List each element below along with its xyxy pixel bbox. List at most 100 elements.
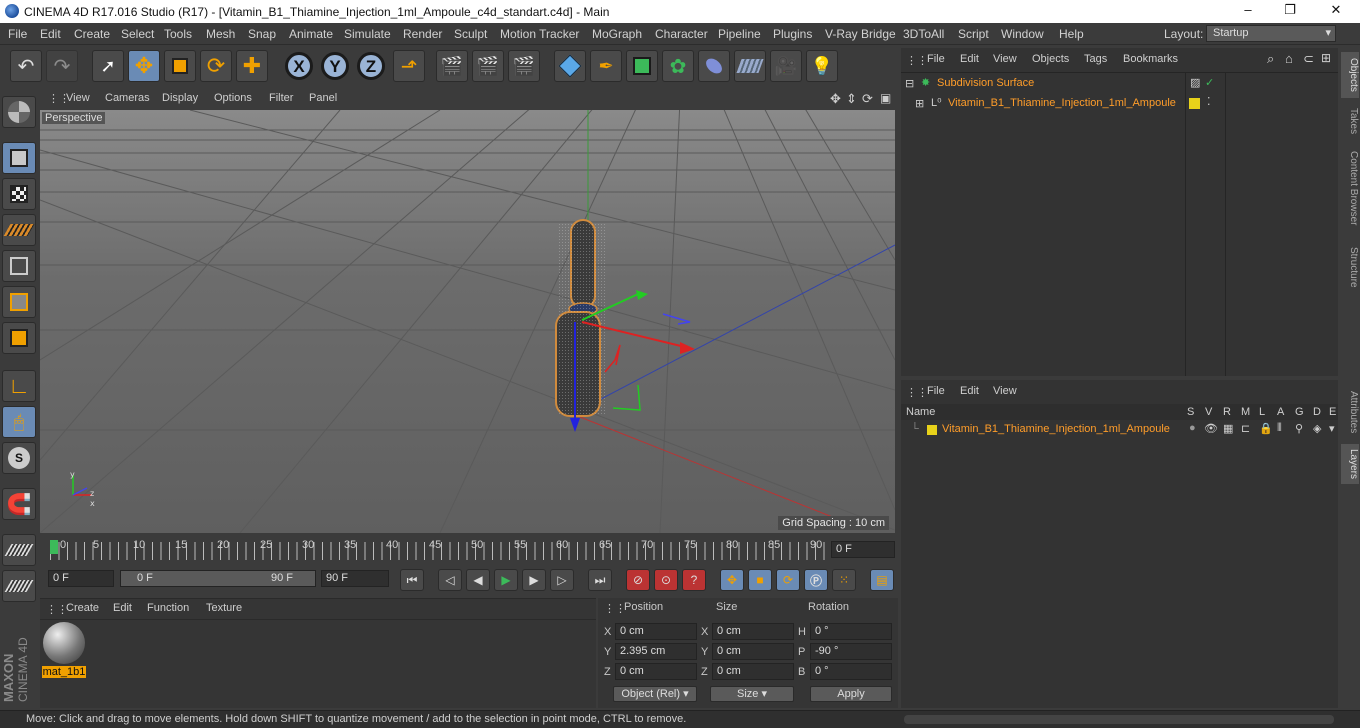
- object-row[interactable]: ⊟ ✸ Subdivision Surface ▨ ✓: [901, 74, 1338, 93]
- rotation-h-field[interactable]: 0 °: [810, 623, 892, 640]
- edges-mode-button[interactable]: [2, 286, 36, 318]
- position-x-field[interactable]: 0 cm: [615, 623, 697, 640]
- coordinate-system-button[interactable]: ⬏: [393, 50, 425, 82]
- col-v[interactable]: V: [1205, 406, 1212, 418]
- viewport-zoom-icon[interactable]: ⇕: [846, 91, 857, 107]
- material-menu-texture[interactable]: Texture: [206, 602, 242, 614]
- layer-color-swatch[interactable]: [1189, 98, 1200, 109]
- maximize-button[interactable]: ❐: [1276, 2, 1304, 20]
- close-button[interactable]: ✕: [1322, 2, 1350, 20]
- objects-menu-objects[interactable]: Objects: [1032, 53, 1069, 65]
- position-y-field[interactable]: 2.395 cm: [615, 643, 697, 660]
- previous-key-button[interactable]: ◁: [438, 569, 462, 591]
- menu-help[interactable]: Help: [1059, 27, 1084, 41]
- generator-icon[interactable]: ⚲: [1295, 422, 1303, 435]
- menu-mograph[interactable]: MoGraph: [592, 27, 642, 41]
- deformer-icon[interactable]: ◈: [1313, 422, 1321, 435]
- next-frame-button[interactable]: ▶: [522, 569, 546, 591]
- menu-window[interactable]: Window: [1001, 27, 1044, 41]
- render-view-button[interactable]: 🎬: [436, 50, 468, 82]
- solo-dot-icon[interactable]: ●: [1189, 422, 1196, 434]
- tab-layers[interactable]: Layers: [1341, 444, 1359, 484]
- menu-file[interactable]: File: [8, 27, 27, 41]
- layers-menu-edit[interactable]: Edit: [960, 385, 979, 397]
- play-button[interactable]: ▶: [494, 569, 518, 591]
- render-icon[interactable]: ▦: [1223, 422, 1233, 435]
- link-icon[interactable]: ⊂: [1303, 51, 1314, 67]
- col-s[interactable]: S: [1187, 406, 1194, 418]
- viewport-menu-view[interactable]: View: [66, 92, 90, 104]
- col-l[interactable]: L: [1259, 406, 1265, 418]
- axis-mode-button[interactable]: ∟: [2, 370, 36, 402]
- menu-plugins[interactable]: Plugins: [773, 27, 812, 41]
- menu-pipeline[interactable]: Pipeline: [718, 27, 761, 41]
- go-to-start-button[interactable]: ⏮: [400, 569, 424, 591]
- solo-mode-button[interactable]: S: [2, 442, 36, 474]
- object-row[interactable]: ⊞ L⁰ Vitamin_B1_Thiamine_Injection_1ml_A…: [901, 94, 1338, 113]
- render-settings-button[interactable]: 🎬: [508, 50, 540, 82]
- visibility-dots-icon[interactable]: ⁚: [1207, 95, 1211, 108]
- deformer-button[interactable]: [698, 50, 730, 82]
- objects-menu-edit[interactable]: Edit: [960, 53, 979, 65]
- layout-select[interactable]: Startup ▾: [1206, 25, 1336, 42]
- current-frame-field[interactable]: 0 F: [831, 541, 895, 558]
- col-a[interactable]: A: [1277, 406, 1284, 418]
- start-frame-field[interactable]: 0 F: [48, 570, 114, 587]
- menu-render[interactable]: Render: [403, 27, 442, 41]
- keyframe-selection-button[interactable]: ?: [682, 569, 706, 591]
- points-mode-button[interactable]: [2, 250, 36, 282]
- size-y-field[interactable]: 0 cm: [712, 643, 794, 660]
- perspective-viewport[interactable]: y x z Perspective Grid Spacing : 10 cm: [40, 110, 895, 533]
- auto-keying-button[interactable]: ⊙: [654, 569, 678, 591]
- previous-frame-button[interactable]: ◀: [466, 569, 490, 591]
- make-editable-button[interactable]: [2, 96, 36, 128]
- menu-animate[interactable]: Animate: [289, 27, 333, 41]
- expression-icon[interactable]: ▾: [1329, 422, 1335, 435]
- animation-icon[interactable]: ⦀: [1277, 422, 1282, 435]
- viewport-menu-options[interactable]: Options: [214, 92, 252, 104]
- timeline-window-button[interactable]: ▤: [870, 569, 894, 591]
- col-g[interactable]: G: [1295, 406, 1304, 418]
- menu-select[interactable]: Select: [121, 27, 154, 41]
- col-e[interactable]: E: [1329, 406, 1336, 418]
- tweak-mode-button[interactable]: 🖱: [2, 406, 36, 438]
- menu-simulate[interactable]: Simulate: [344, 27, 391, 41]
- undo-button[interactable]: ↶: [10, 50, 42, 82]
- light-button[interactable]: 💡: [806, 50, 838, 82]
- tab-takes[interactable]: Takes: [1341, 104, 1359, 138]
- tab-objects[interactable]: Objects: [1341, 52, 1359, 98]
- z-axis-toggle[interactable]: Z: [357, 52, 385, 80]
- objects-menu-file[interactable]: File: [927, 53, 945, 65]
- tab-structure[interactable]: Structure: [1341, 240, 1359, 294]
- render-picture-viewer-button[interactable]: 🎬: [472, 50, 504, 82]
- menu-create[interactable]: Create: [74, 27, 110, 41]
- camera-button[interactable]: 🎥: [770, 50, 802, 82]
- objects-menu-bookmarks[interactable]: Bookmarks: [1123, 53, 1178, 65]
- menu-character[interactable]: Character: [655, 27, 708, 41]
- y-axis-toggle[interactable]: Y: [321, 52, 349, 80]
- viewport-maximize-icon[interactable]: ▣: [880, 91, 891, 105]
- next-key-button[interactable]: ▷: [550, 569, 574, 591]
- objects-menu-tags[interactable]: Tags: [1084, 53, 1107, 65]
- live-selection-button[interactable]: ➚: [92, 50, 124, 82]
- menu-motion-tracker[interactable]: Motion Tracker: [500, 27, 579, 41]
- material-menu-edit[interactable]: Edit: [113, 602, 132, 614]
- size-x-field[interactable]: 0 cm: [712, 623, 794, 640]
- menu-snap[interactable]: Snap: [248, 27, 276, 41]
- floor-button[interactable]: [734, 50, 766, 82]
- key-point-level-button[interactable]: ⁙: [832, 569, 856, 591]
- eye-icon[interactable]: 👁: [1204, 422, 1218, 435]
- go-to-end-button[interactable]: ⏭: [588, 569, 612, 591]
- home-icon[interactable]: ⌂: [1285, 51, 1293, 66]
- viewport-menu-filter[interactable]: Filter: [269, 92, 293, 104]
- viewport-menu-display[interactable]: Display: [162, 92, 198, 104]
- menu-sculpt[interactable]: Sculpt: [454, 27, 487, 41]
- apply-button[interactable]: Apply: [810, 686, 892, 702]
- col-r[interactable]: R: [1223, 406, 1231, 418]
- snap-button[interactable]: 🧲: [2, 488, 36, 520]
- scale-tool-button[interactable]: [164, 50, 196, 82]
- size-mode-select[interactable]: Size ▾: [710, 686, 794, 702]
- new-panel-icon[interactable]: ⊞: [1321, 51, 1331, 65]
- subdivision-surface-button[interactable]: [626, 50, 658, 82]
- timeline-ruler[interactable]: 0 5 10 15 20 25 30 35 40 45 50 55 60 65 …: [40, 536, 898, 566]
